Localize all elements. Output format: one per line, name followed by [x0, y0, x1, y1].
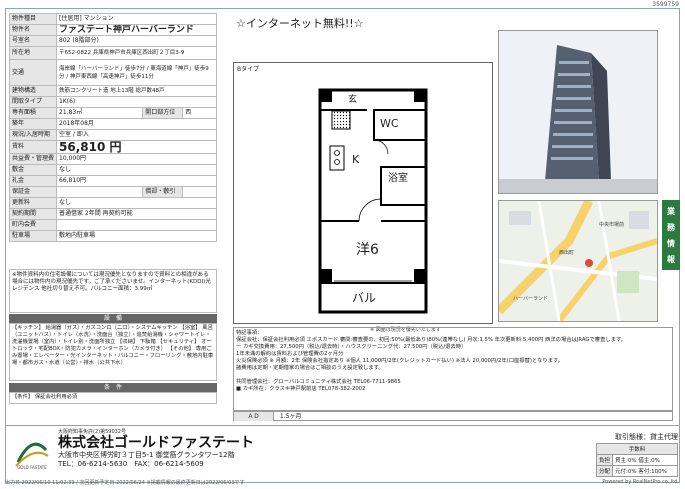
rent-price: 56,810 円: [56, 140, 217, 154]
row-label: 専有面積: [8, 107, 58, 119]
row-value: 空室 / 即入: [56, 129, 217, 141]
company-tel: TEL：06-6214-5630: [58, 460, 128, 468]
row-label: 開口部方位: [142, 107, 184, 119]
row-label: 敷金: [8, 164, 58, 176]
row-value: [182, 186, 217, 198]
property-name: ファステート神戸ハーバーランド: [56, 24, 217, 36]
row-label: 所在地: [8, 46, 58, 60]
fee-table: 手数料 負担 貸主:0% 借主:0% 分配 元付:0% 客付:100%: [596, 443, 678, 477]
floor-plan-drawing: [318, 88, 428, 314]
row-value: 10,000円: [56, 153, 217, 165]
transaction-box: 取引態様：貸主代理 手数料 負担 貸主:0% 借主:0% 分配 元付:0% 客付:1…: [596, 432, 678, 477]
address-value: 〒652-0822 兵庫県神戸市兵庫区西出町２丁目3-9: [56, 46, 217, 60]
conditions-body: 【条件】 保証会社利用必須: [9, 392, 217, 404]
row-value: 敷地内駐車場: [56, 230, 217, 242]
row-label: 物件名: [8, 24, 58, 36]
row-value: 1K(6): [56, 96, 217, 108]
row-label: 号室名: [8, 35, 58, 47]
row-label: 契約期間: [8, 208, 58, 220]
row-label: 現況/入居時期: [8, 129, 58, 141]
building-photo: [498, 30, 658, 194]
equipment-body: 【キッチン】 給湯器（ガス）・ガスコンロ（二口）・システムキッチン 【浴室】 風…: [9, 323, 217, 381]
fee-label: 分配: [596, 465, 613, 477]
row-value: [56, 219, 217, 231]
row-value: 2018年08月: [56, 118, 217, 130]
row-label: 間取タイプ: [8, 96, 58, 108]
company-license: 大阪府知事免許(2)第59032号: [58, 429, 126, 435]
row-label: 物件種目: [8, 13, 58, 25]
logo-text: GOLD FASTATE: [17, 465, 47, 470]
conditions-header: 条 件: [9, 383, 217, 392]
remarks-line: 諸費用は定期・定期借家の場合はご相談のうえ設定致します。: [236, 365, 384, 371]
row-label: 駐車場: [8, 230, 58, 242]
fee-label: 負担: [596, 454, 613, 466]
side-tab-business-info[interactable]: 業務情報: [662, 200, 680, 270]
floor-plan: Bタイプ 玄 WC K 浴室 洋6 バル: [233, 62, 493, 324]
company-logo-icon: GOLD FASTATE: [15, 442, 49, 470]
property-table: 物件種目 [住居用] マンション 物件名 ファステート神戸ハーバーランド 号室名 80…: [8, 13, 217, 242]
access-value: 海岸線「ハーバーランド」徒歩7分 / 東海道線「神戸」徒歩9分 / 神戸東西線「…: [56, 59, 217, 86]
company-address: 大阪市中央区博労町３丁目5-1 御堂筋グランタワー12階: [58, 451, 235, 459]
ad-row: ＡＤ 1.5ヶ月: [233, 411, 673, 421]
map-pin-icon: [585, 259, 593, 267]
remarks-line: 保証会社：保証会社利用必須 エポスカード 審問:審査要の、初回:50%(最低あり…: [236, 337, 627, 343]
row-value: 鉄筋コンクリート造 地上13階 総戸数48戸: [56, 85, 217, 97]
remarks-line: [236, 372, 670, 379]
ad-value: 1.5ヶ月: [279, 413, 302, 420]
row-label: 交通: [8, 59, 58, 86]
side-tab-label: 業務情報: [667, 207, 675, 264]
company-block: 大阪府知事免許(2)第59032号 株式会社ゴールドファステート 大阪市中央区博…: [58, 428, 254, 469]
row-label: 更新料: [8, 197, 58, 209]
row-value: 66,810円: [56, 175, 217, 187]
remarks-box: 特記事項： 保証会社：保証会社利用必須 エポスカード 審問:審査要の、初回:50…: [233, 327, 673, 411]
remarks-line: 火災保険必須 ※ 月額：2年 保険会社指定あり ※個人 11,000円/2年(ク…: [236, 358, 564, 364]
fee-value: 貸主:0% 借主:0%: [612, 454, 678, 466]
row-value: 普通借家 2年間 再契約可能: [56, 208, 217, 220]
row-label: 保証金: [8, 186, 58, 198]
row-label: 賃料: [8, 140, 58, 154]
document-number: 3599759: [652, 1, 679, 8]
room-genkan: 玄: [348, 95, 358, 105]
room-kitchen: K: [352, 153, 360, 166]
remarks-line: 共同管理会社：グローバルコミュニティ株式会社 TEL06-7711-9865: [236, 379, 401, 385]
room-western: 洋6: [356, 242, 379, 258]
remarks-line: ■ カギ所在：クラスキ神戸駅前店 TEL078-382-2002: [236, 386, 366, 392]
company-name: 株式会社ゴールドファステート: [58, 435, 254, 451]
map-label: 中央市場前: [599, 222, 625, 228]
row-label: 建物構造: [8, 85, 58, 97]
company-fax: FAX：06-6214-5609: [134, 460, 204, 468]
remarks-line: 1年未満の解約は賃料および管理費の2ヶ月分: [236, 351, 344, 357]
row-label: 町内会費: [8, 219, 58, 231]
room-balcony: バル: [352, 291, 377, 305]
map-drawing: [499, 201, 657, 321]
fee-header: 手数料: [596, 443, 678, 455]
row-label: 築年: [8, 118, 58, 130]
row-label: 償却・敷引: [142, 186, 184, 198]
powered-by: Powered by RealNetPro co.,ltd.: [602, 479, 679, 485]
headline: ☆インターネット無料!!☆: [236, 17, 364, 30]
row-value: 21.83㎡: [56, 107, 144, 119]
map-label: 西出町: [559, 250, 575, 256]
room-wc: WC: [380, 117, 399, 130]
remarks-line: 一 カギ交換費用：27,500円（税込/退去時）・ハウスクリーニング代：27,5…: [236, 344, 467, 350]
row-value: なし: [56, 164, 217, 176]
row-value: 西: [182, 107, 217, 119]
row-value: なし: [56, 197, 217, 209]
row-label: 礼金: [8, 175, 58, 187]
building-image: [499, 31, 657, 193]
location-map[interactable]: 西出町 ハーバーランド 中央市場前: [498, 200, 658, 322]
remarks-line: 特記事項：: [236, 330, 263, 336]
row-value: [56, 186, 144, 198]
fee-value: 元付:0% 客付:100%: [612, 465, 678, 477]
equipment-header: 設 備: [9, 314, 217, 323]
row-value: 802 (8階部分): [56, 35, 217, 47]
ad-label: ＡＤ: [234, 412, 274, 421]
transaction-title: 取引態様：貸主代理: [615, 433, 678, 441]
notes-box: ※物件資料内の住宅設備については現況優先となりますので資料との相違がある場合には…: [9, 269, 217, 313]
map-label: ハーバーランド: [513, 296, 548, 302]
row-value: [住居用] マンション: [56, 13, 217, 25]
row-label: 共益費・管理費: [8, 153, 58, 165]
output-date-line: 出力日:2022/06/10 11:02:39 / 次回更新予定日:2022/0…: [5, 480, 245, 486]
room-bath: 浴室: [388, 173, 408, 184]
